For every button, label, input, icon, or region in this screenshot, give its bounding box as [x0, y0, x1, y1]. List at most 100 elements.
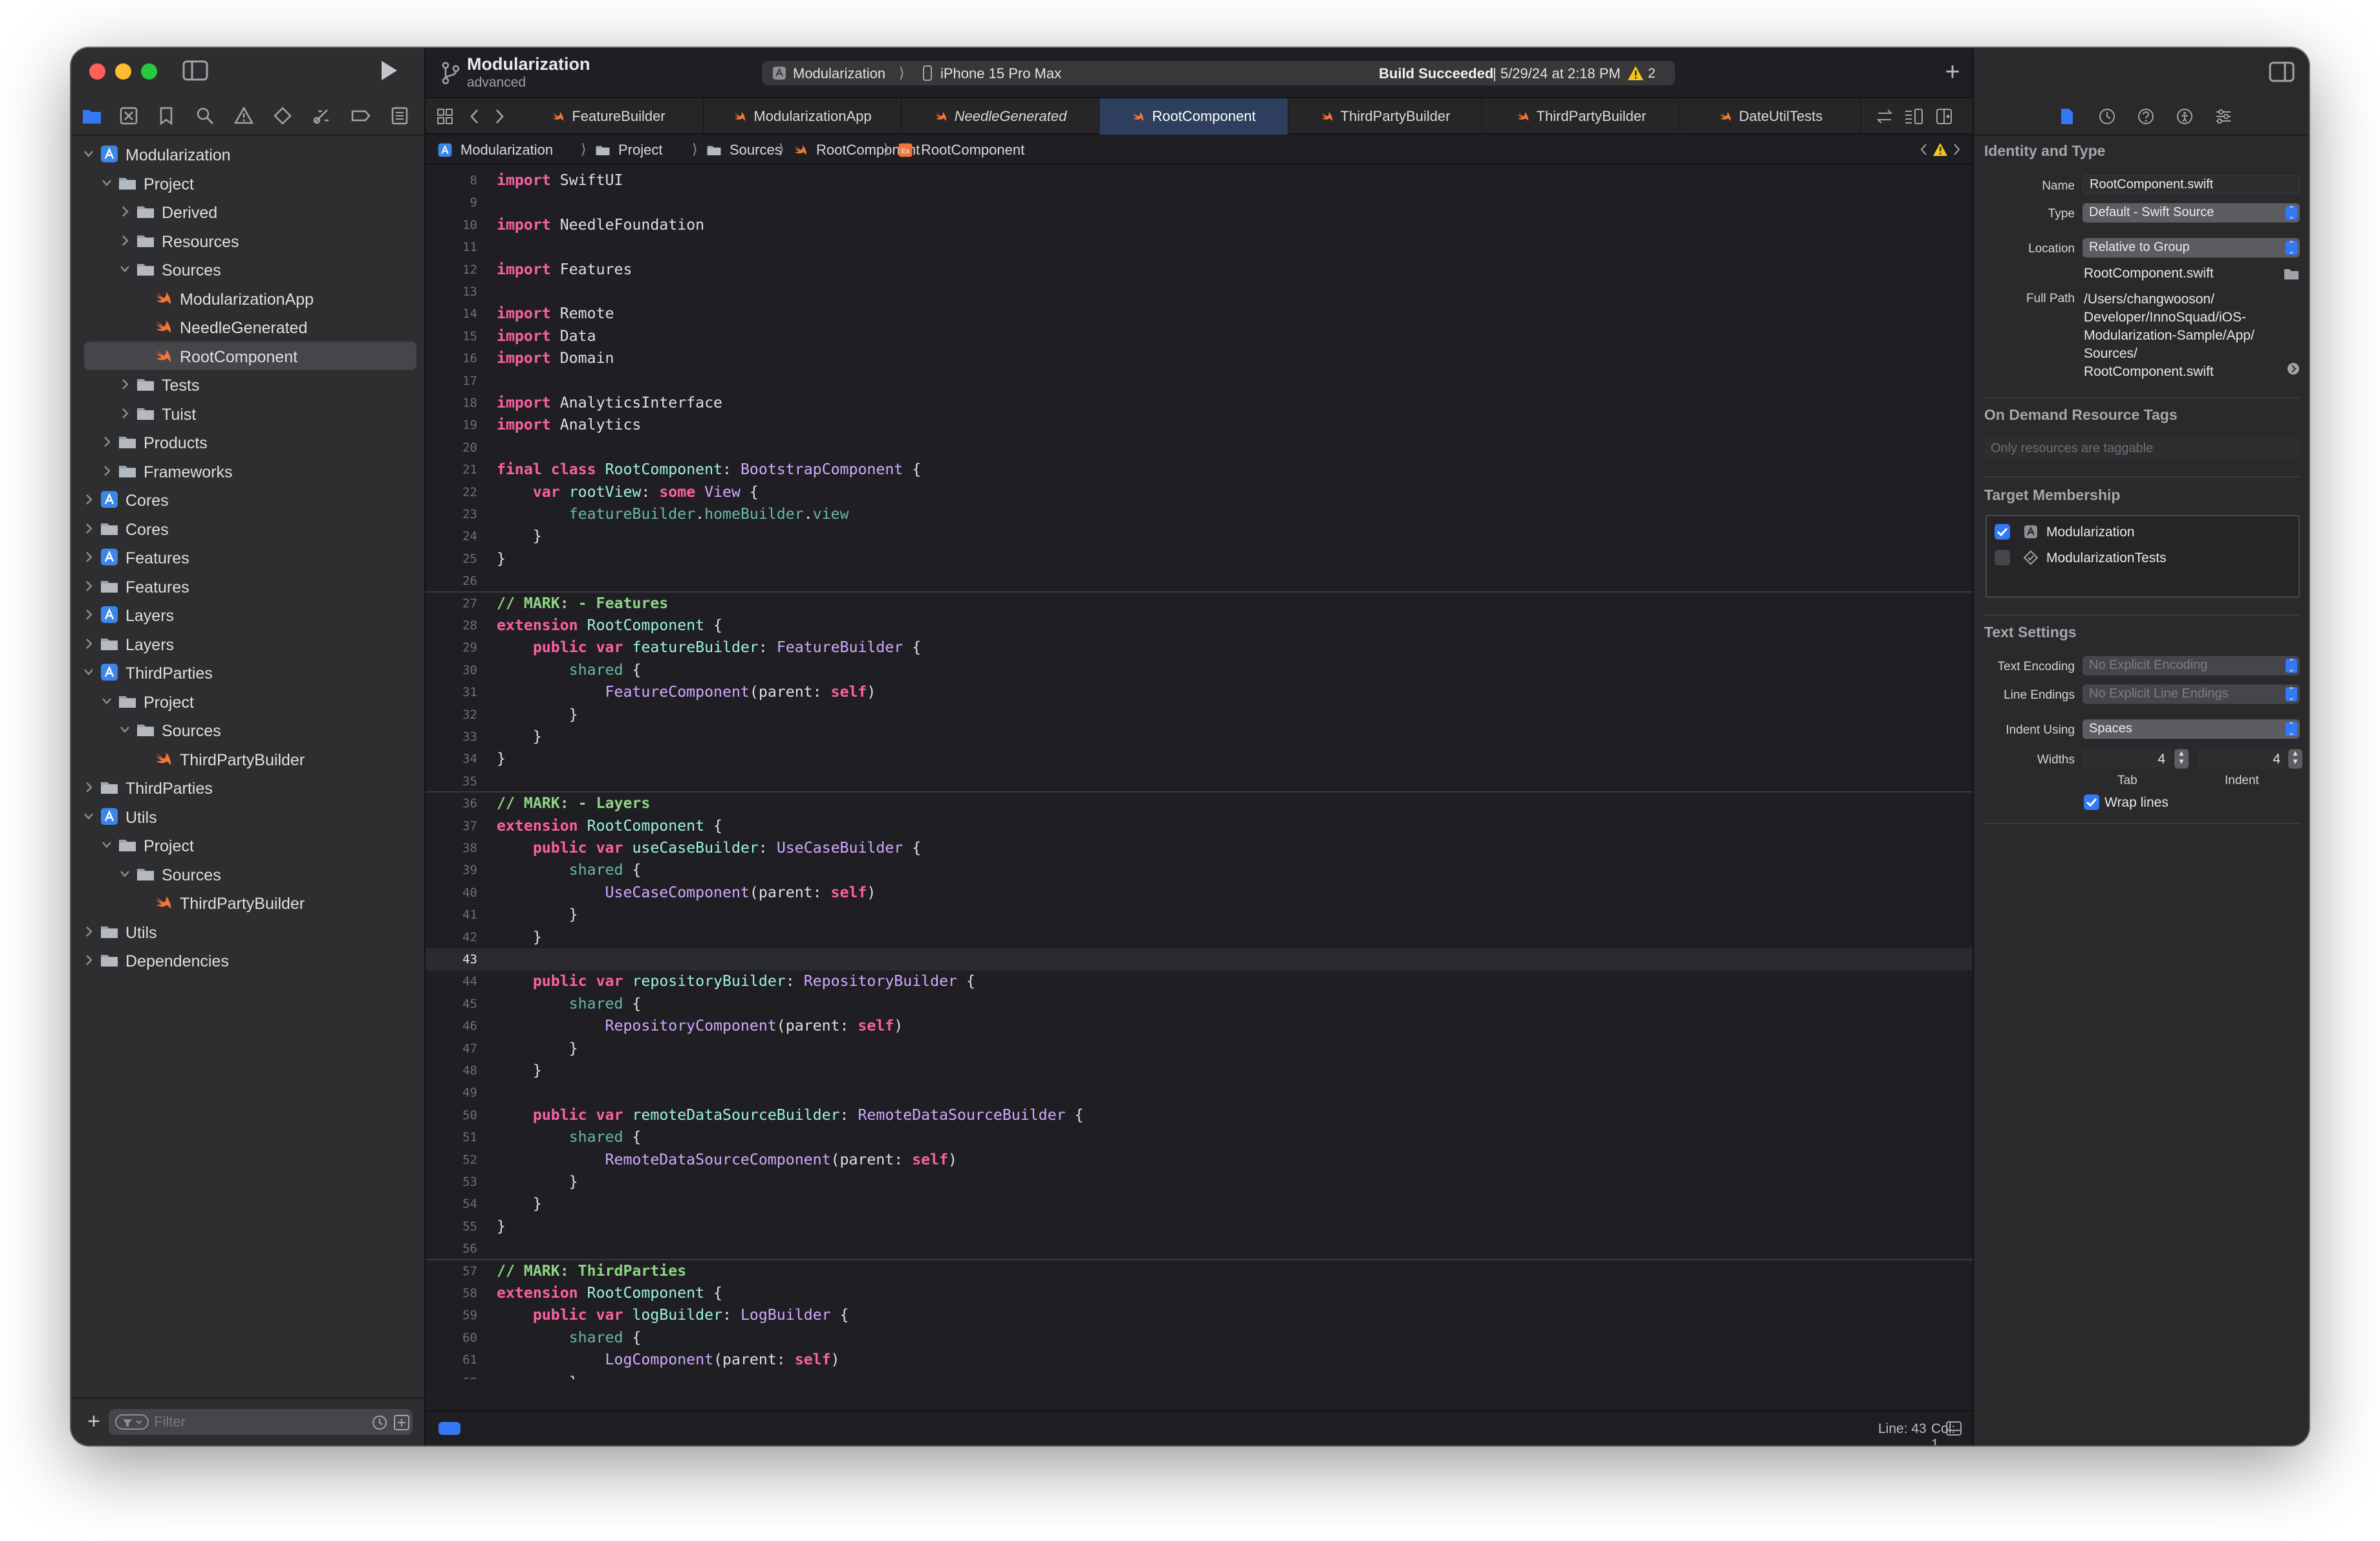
- code-line[interactable]: 43: [426, 948, 1973, 970]
- debug-navigator-icon[interactable]: [312, 106, 331, 126]
- chevron-right-icon[interactable]: [83, 951, 94, 969]
- test-navigator-icon[interactable]: [273, 106, 292, 126]
- tree-item[interactable]: Features: [71, 543, 426, 571]
- breadcrumb-item[interactable]: RootComponent: [921, 142, 1024, 158]
- chevron-right-icon[interactable]: [101, 433, 113, 451]
- indent-using-popup[interactable]: Spaces ⌃ ⌄: [2082, 719, 2300, 739]
- forward-chevron-icon[interactable]: [493, 107, 506, 126]
- chevron-right-icon[interactable]: [83, 635, 94, 653]
- issue-navigator-icon[interactable]: [234, 106, 254, 126]
- swap-icon[interactable]: [1876, 107, 1894, 126]
- tab-width-stepper[interactable]: ▲ ▼: [2174, 749, 2189, 769]
- code-line[interactable]: 50 public var remoteDataSourceBuilder: R…: [426, 1104, 1973, 1126]
- destination-selector[interactable]: iPhone 15 Pro Max: [940, 65, 1061, 82]
- reveal-arrow-icon[interactable]: [2287, 362, 2300, 375]
- code-line[interactable]: 34}: [426, 748, 1973, 770]
- file-inspector-icon[interactable]: [2059, 107, 2075, 126]
- back-chevron-icon[interactable]: [468, 107, 481, 126]
- chevron-down-icon[interactable]: [119, 260, 131, 278]
- chevron-down-icon[interactable]: [119, 865, 131, 883]
- tree-item[interactable]: ThirdParties: [71, 773, 426, 802]
- library-add-icon[interactable]: +: [1943, 58, 1962, 86]
- chevron-down-icon[interactable]: [101, 692, 113, 710]
- code-line[interactable]: 42 }: [426, 926, 1973, 948]
- code-line[interactable]: 55}: [426, 1216, 1973, 1238]
- tree-item[interactable]: Modularization: [71, 140, 426, 168]
- indent-width-field[interactable]: 4: [2198, 749, 2287, 769]
- tab-width-field[interactable]: 4: [2082, 749, 2172, 769]
- folder-icon[interactable]: [2283, 267, 2300, 281]
- related-items-icon[interactable]: [436, 107, 454, 126]
- tab-featurebuilder[interactable]: FeatureBuilder: [514, 98, 704, 135]
- code-line[interactable]: 45 shared {: [426, 993, 1973, 1015]
- tab-modularizationapp[interactable]: ModularizationApp: [704, 98, 902, 135]
- chevron-right-icon[interactable]: [83, 923, 94, 941]
- warning-count[interactable]: 2: [1648, 66, 1656, 82]
- source-control-filter-icon[interactable]: [393, 1414, 410, 1431]
- code-line[interactable]: 16 import Domain: [426, 347, 1973, 369]
- chevron-right-icon[interactable]: [83, 548, 94, 566]
- previous-issue-icon[interactable]: [1918, 142, 1930, 157]
- chevron-right-icon[interactable]: [83, 778, 94, 796]
- history-inspector-icon[interactable]: [2098, 107, 2116, 126]
- location-popup[interactable]: Relative to Group ⌃ ⌄: [2082, 238, 2300, 257]
- code-line[interactable]: 48 }: [426, 1060, 1973, 1082]
- tree-item[interactable]: NeedleGenerated: [71, 312, 426, 341]
- tree-item[interactable]: ModularizationApp: [71, 284, 426, 312]
- issue-warning-icon[interactable]: [1932, 142, 1948, 157]
- breadcrumb-item[interactable]: Modularization: [460, 142, 553, 158]
- code-line[interactable]: 17: [426, 370, 1973, 392]
- filter-field[interactable]: Filter: [109, 1409, 413, 1435]
- code-line[interactable]: 36 // MARK: - Layers: [426, 792, 1973, 814]
- code-line[interactable]: 32 }: [426, 704, 1973, 726]
- attributes-inspector-icon[interactable]: [2214, 107, 2233, 126]
- code-line[interactable]: 54 }: [426, 1193, 1973, 1215]
- add-icon[interactable]: +: [85, 1409, 102, 1434]
- tree-item[interactable]: Tuist: [71, 399, 426, 428]
- code-line[interactable]: 44 public var repositoryBuilder: Reposit…: [426, 970, 1973, 992]
- code-line[interactable]: 27 // MARK: - Features: [426, 593, 1973, 615]
- encoding-popup[interactable]: No Explicit Encoding ⌃ ⌄: [2082, 656, 2300, 675]
- code-line[interactable]: 12 import Features: [426, 259, 1973, 281]
- code-line[interactable]: 30 shared {: [426, 659, 1973, 681]
- chevron-right-icon[interactable]: [83, 490, 94, 508]
- code-line[interactable]: 38 public var useCaseBuilder: UseCaseBui…: [426, 837, 1973, 859]
- code-line[interactable]: 62 }: [426, 1372, 1973, 1379]
- tree-item[interactable]: Dependencies: [71, 946, 426, 974]
- tree-item[interactable]: Utils: [71, 802, 426, 831]
- code-line[interactable]: 37 extension RootComponent {: [426, 815, 1973, 837]
- tree-item[interactable]: Cores: [71, 514, 426, 543]
- help-inspector-icon[interactable]: [2137, 107, 2155, 126]
- code-line[interactable]: 49: [426, 1082, 1973, 1104]
- tree-item[interactable]: Features: [71, 572, 426, 600]
- code-line[interactable]: 21 final class RootComponent: BootstrapCo…: [426, 459, 1973, 481]
- breadcrumb-item[interactable]: Sources: [730, 142, 782, 158]
- chevron-right-icon[interactable]: [101, 462, 113, 480]
- code-line[interactable]: 33 }: [426, 726, 1973, 748]
- chevron-right-icon[interactable]: [119, 404, 131, 422]
- tree-item[interactable]: RootComponent: [84, 341, 416, 370]
- wrap-lines-checkbox[interactable]: [2084, 794, 2099, 810]
- name-field[interactable]: RootComponent.swift: [2082, 175, 2300, 194]
- run-icon[interactable]: [378, 58, 400, 83]
- breadcrumb-item[interactable]: Project: [618, 142, 662, 158]
- tree-item[interactable]: Project: [71, 687, 426, 716]
- tree-item[interactable]: Project: [71, 831, 426, 859]
- chevron-right-icon[interactable]: [83, 606, 94, 624]
- recent-files-icon[interactable]: [371, 1414, 388, 1431]
- tree-item[interactable]: Derived: [71, 197, 426, 226]
- type-popup[interactable]: Default - Swift Source ⌃ ⌄: [2082, 203, 2300, 223]
- code-line[interactable]: 14 import Remote: [426, 303, 1973, 325]
- tab-dateutiltests[interactable]: DateUtilTests: [1680, 98, 1861, 135]
- scheme-selector[interactable]: Modularization: [793, 65, 885, 82]
- code-line[interactable]: 18 import AnalyticsInterface: [426, 392, 1973, 414]
- chevron-down-icon[interactable]: [119, 721, 131, 739]
- target-checkbox[interactable]: [1995, 524, 2010, 540]
- tree-item[interactable]: ThirdPartyBuilder: [71, 888, 426, 917]
- chevron-right-icon[interactable]: [119, 375, 131, 393]
- tree-item[interactable]: ThirdPartyBuilder: [71, 745, 426, 773]
- tree-item[interactable]: Frameworks: [71, 457, 426, 485]
- indent-width-stepper[interactable]: ▲ ▼: [2288, 749, 2302, 769]
- warning-icon[interactable]: [1627, 65, 1644, 81]
- filter-options-icon[interactable]: [115, 1414, 149, 1430]
